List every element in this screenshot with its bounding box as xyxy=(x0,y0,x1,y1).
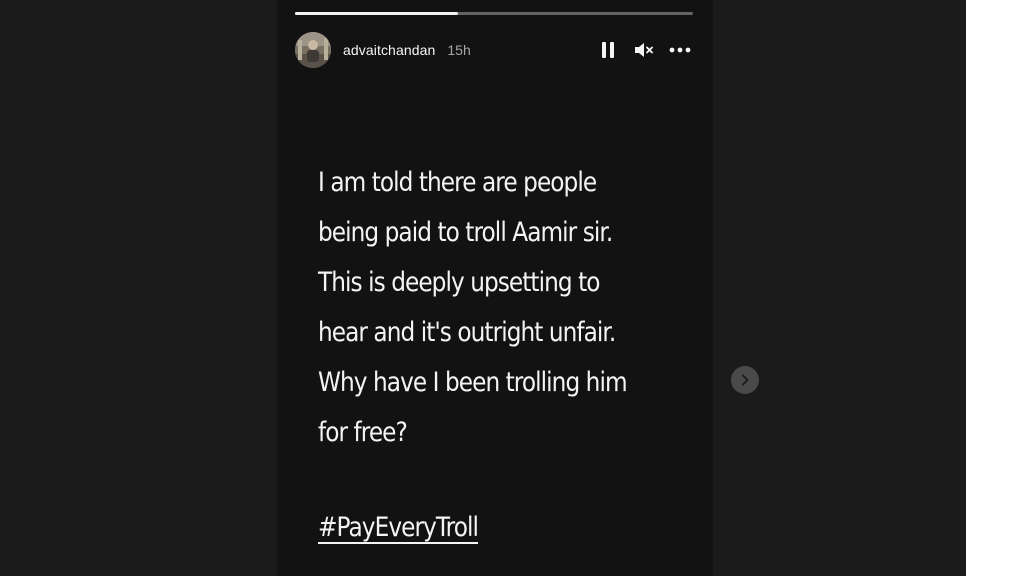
chevron-right-icon xyxy=(742,374,749,386)
pause-icon xyxy=(602,42,614,58)
story-text-line: hear and it's outright unfair. xyxy=(318,317,616,348)
story-progress-fill xyxy=(295,12,459,15)
avatar[interactable] xyxy=(295,32,331,68)
story-controls xyxy=(587,35,695,65)
story-hashtag-link[interactable]: #PayEveryTroll xyxy=(318,503,479,553)
story-text-line: This is deeply upsetting to xyxy=(318,267,600,298)
story-text-line: Why have I been trolling him xyxy=(318,367,628,398)
next-story-button[interactable] xyxy=(731,366,759,394)
mute-button[interactable] xyxy=(629,35,659,65)
story-progress-bar xyxy=(295,12,693,15)
story-viewer-backdrop: advaitchandan 15h I am told there are pe… xyxy=(0,0,966,576)
story-username[interactable]: advaitchandan xyxy=(343,42,435,58)
story-text-line: for free? xyxy=(318,417,408,448)
story-timestamp: 15h xyxy=(447,42,471,58)
story-text-line: being paid to troll Aamir sir. xyxy=(318,217,613,248)
pause-button[interactable] xyxy=(593,35,623,65)
story-text-line: I am told there are people xyxy=(318,167,597,198)
more-options-icon xyxy=(669,47,691,53)
story-text: I am told there are people being paid to… xyxy=(318,158,653,458)
story-header: advaitchandan 15h xyxy=(295,30,695,70)
avatar-photo xyxy=(295,32,331,68)
more-options-button[interactable] xyxy=(665,35,695,65)
muted-speaker-icon xyxy=(635,43,653,57)
story-card[interactable]: advaitchandan 15h I am told there are pe… xyxy=(277,0,713,576)
